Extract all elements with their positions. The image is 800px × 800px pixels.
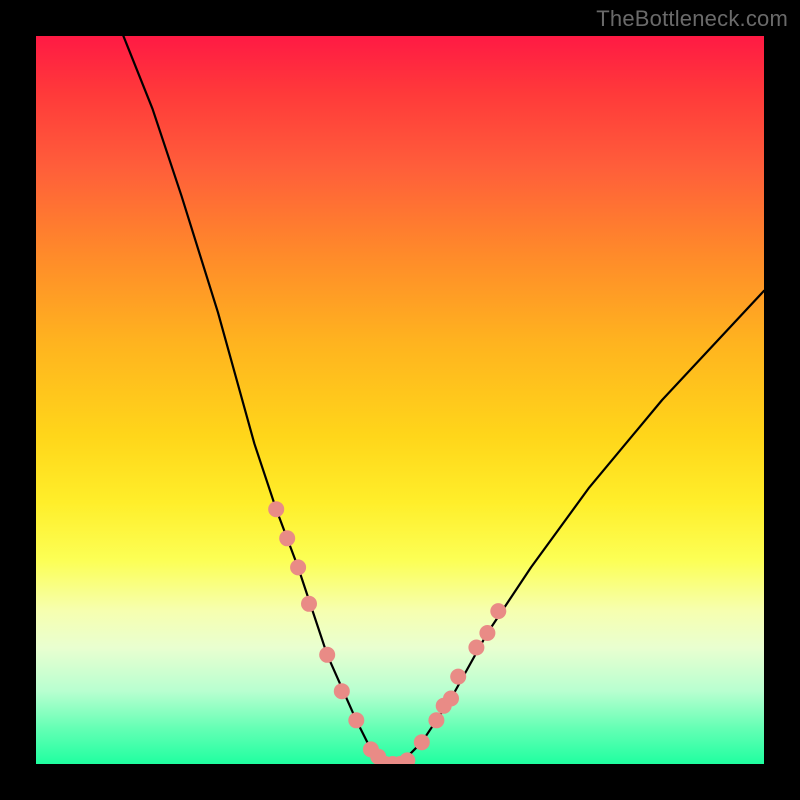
highlight-dot <box>399 752 415 764</box>
highlight-dot <box>319 647 335 663</box>
highlight-dot <box>348 712 364 728</box>
chart-frame: TheBottleneck.com <box>0 0 800 800</box>
highlight-dot <box>468 640 484 656</box>
highlight-dot <box>334 683 350 699</box>
highlight-dot <box>479 625 495 641</box>
highlight-dot <box>301 596 317 612</box>
plot-area <box>36 36 764 764</box>
highlight-dot <box>490 603 506 619</box>
curve-layer <box>36 36 764 764</box>
highlight-dot <box>428 712 444 728</box>
watermark-text: TheBottleneck.com <box>596 6 788 32</box>
highlight-dot <box>268 501 284 517</box>
highlight-dot <box>279 530 295 546</box>
highlight-dot <box>450 669 466 685</box>
highlight-dot <box>290 559 306 575</box>
highlight-dot <box>443 691 459 707</box>
bottleneck-curve <box>123 36 764 764</box>
highlight-dot <box>414 734 430 750</box>
